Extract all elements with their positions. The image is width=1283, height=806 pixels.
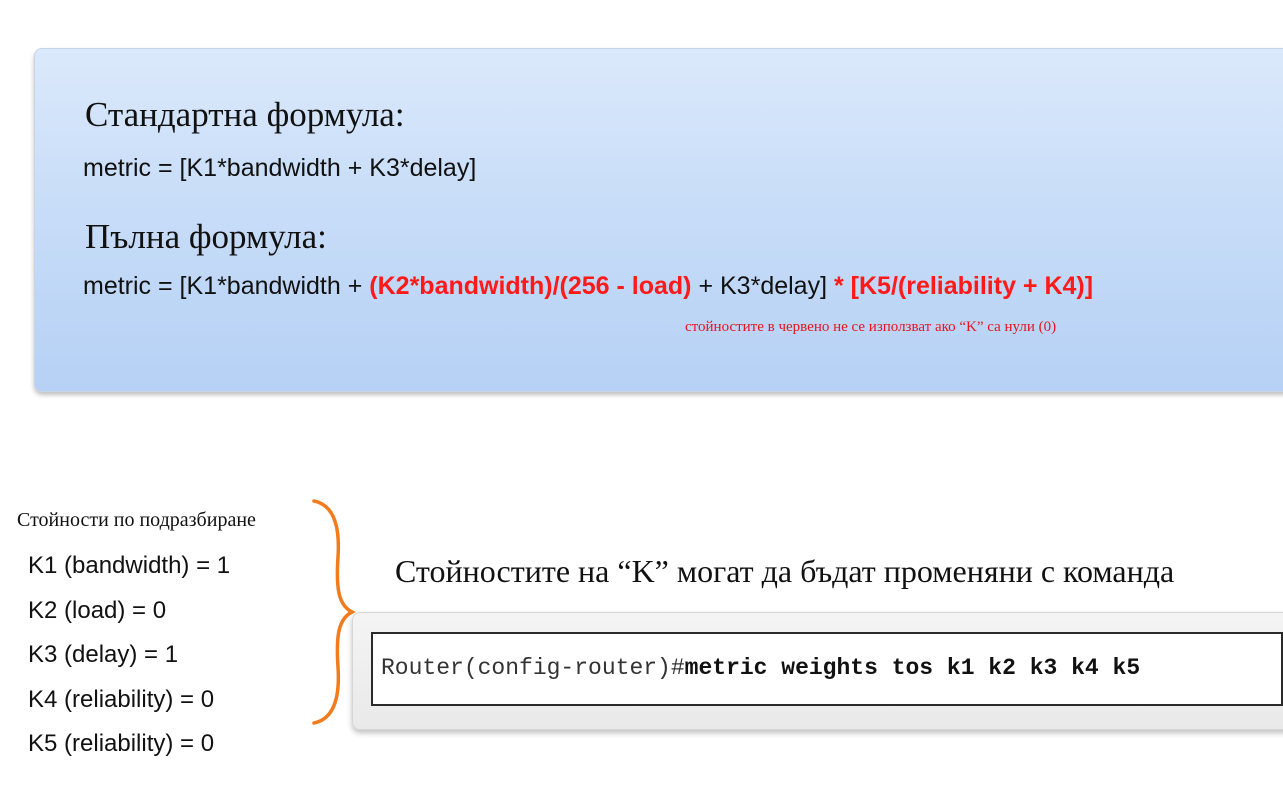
- full-formula: metric = [K1*bandwidth + (K2*bandwidth)/…: [83, 272, 1093, 301]
- formula-panel: Стандартна формула: metric = [K1*bandwid…: [34, 48, 1283, 392]
- k5-default: K5 (reliability) = 0: [28, 730, 215, 757]
- standard-formula-heading: Стандартна формула:: [85, 95, 405, 134]
- k2-default: K2 (load) = 0: [28, 596, 167, 624]
- full-formula-part3: + K3*delay]: [691, 272, 834, 300]
- k3-default: K3 (delay) = 1: [28, 641, 179, 668]
- cli-command: metric weights tos k1 k2 k3 k4 k5: [684, 655, 1141, 681]
- cli-box: Router(config-router)#metric weights tos…: [371, 632, 1283, 706]
- defaults-title: Стойности по подразбиране: [17, 509, 256, 531]
- k-defaults-list: K1 (bandwidth) = 1 K2 (load) = 0 K3 (del…: [28, 544, 230, 767]
- command-caption: Стойностите на “K” могат да бъдат промен…: [395, 553, 1175, 589]
- full-formula-red-part-reliability: * [K5/(reliability + K4)]: [833, 272, 1094, 300]
- full-formula-red-part-load: (K2*bandwidth)/(256 - load): [369, 272, 692, 300]
- full-formula-part1: metric = [K1*bandwidth +: [83, 272, 370, 300]
- standard-formula-text: metric = [K1*bandwidth + K3*delay]: [83, 154, 477, 182]
- full-formula-heading: Пълна формула:: [85, 217, 327, 256]
- red-values-note: стойностите в червено не се използват ак…: [685, 319, 1057, 335]
- cli-line: Router(config-router)#metric weights tos…: [381, 655, 1140, 681]
- curly-brace-icon: [312, 499, 356, 725]
- k1-default: K1 (bandwidth) = 1: [28, 552, 231, 579]
- cli-prompt: Router(config-router)#: [381, 655, 685, 681]
- k4-default: K4 (reliability) = 0: [28, 685, 215, 713]
- standard-formula: metric = [K1*bandwidth + K3*delay]: [83, 154, 476, 183]
- command-panel: Router(config-router)#metric weights tos…: [352, 612, 1283, 730]
